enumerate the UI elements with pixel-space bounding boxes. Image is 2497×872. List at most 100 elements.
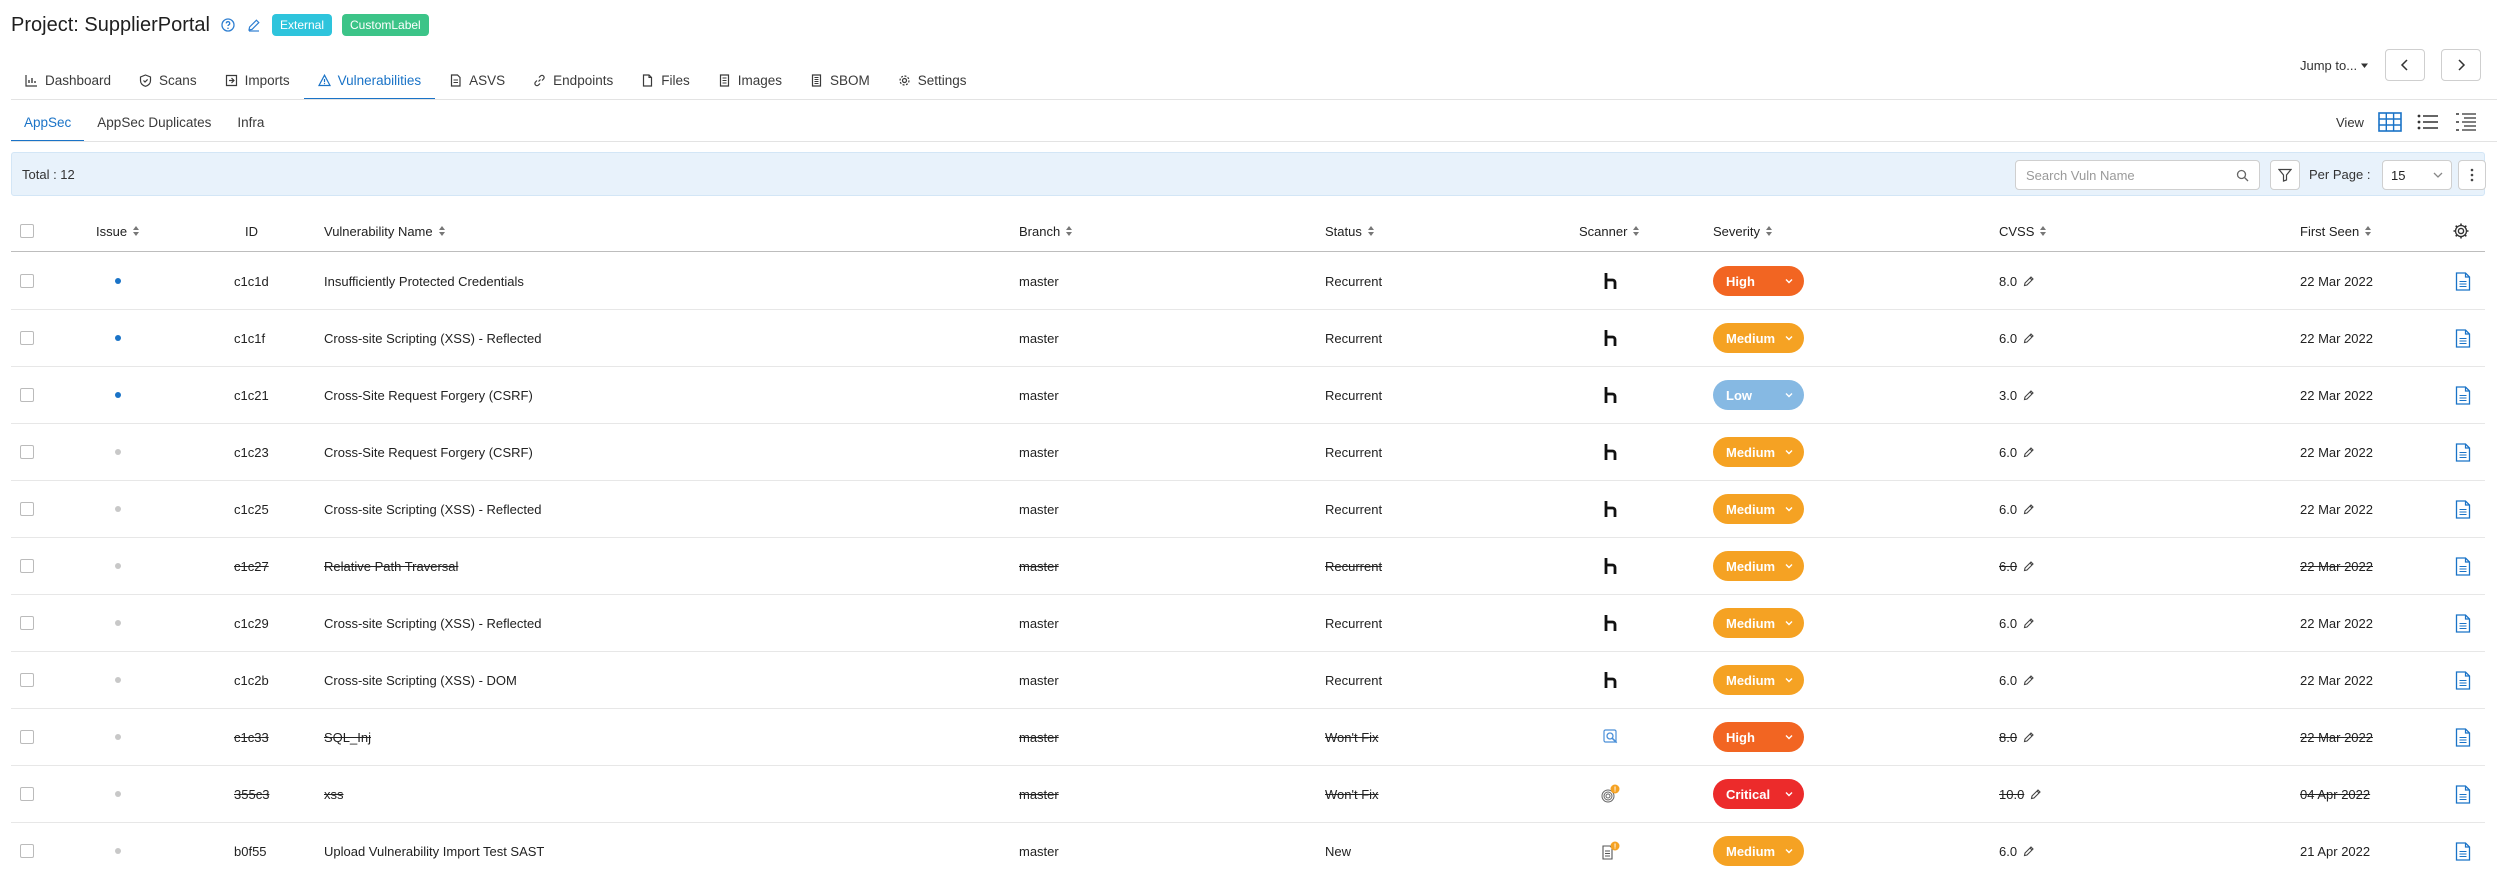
vuln-id[interactable]: c1c23 bbox=[234, 424, 269, 480]
report-document-icon[interactable] bbox=[2455, 328, 2471, 348]
row-checkbox[interactable] bbox=[20, 844, 34, 858]
vuln-name[interactable]: Cross-site Scripting (XSS) - DOM bbox=[324, 652, 517, 708]
help-icon[interactable] bbox=[220, 17, 236, 33]
vuln-id[interactable]: c1c25 bbox=[234, 481, 269, 537]
report-document-icon[interactable] bbox=[2455, 841, 2471, 861]
vuln-id[interactable]: c1c21 bbox=[234, 367, 269, 423]
subtab-appsec-duplicates[interactable]: AppSec Duplicates bbox=[84, 104, 224, 142]
vuln-name[interactable]: xss bbox=[324, 766, 344, 822]
column-settings-button[interactable] bbox=[2452, 210, 2470, 252]
vuln-name[interactable]: Cross-Site Request Forgery (CSRF) bbox=[324, 367, 533, 423]
column-header-issue[interactable]: Issue bbox=[96, 210, 140, 252]
search-input[interactable] bbox=[2026, 167, 2236, 183]
vuln-name[interactable]: Relative Path Traversal bbox=[324, 538, 458, 594]
column-header-cvss[interactable]: CVSS bbox=[1999, 210, 2047, 252]
vuln-name[interactable]: Upload Vulnerability Import Test SAST bbox=[324, 823, 544, 872]
filter-button[interactable] bbox=[2270, 160, 2300, 190]
edit-cvss-icon[interactable] bbox=[2023, 503, 2035, 515]
per-page-select[interactable]: 15 bbox=[2382, 160, 2452, 190]
vuln-name[interactable]: Cross-site Scripting (XSS) - Reflected bbox=[324, 595, 541, 651]
row-checkbox[interactable] bbox=[20, 616, 34, 630]
severity-dropdown[interactable]: Medium bbox=[1713, 551, 1804, 581]
report-document-icon[interactable] bbox=[2455, 442, 2471, 462]
tab-dashboard[interactable]: Dashboard bbox=[11, 62, 125, 100]
column-header-status[interactable]: Status bbox=[1325, 210, 1374, 252]
report-document-icon[interactable] bbox=[2455, 385, 2471, 405]
vuln-id[interactable]: c1c1f bbox=[234, 310, 265, 366]
table-row[interactable]: c1c1f Cross-site Scripting (XSS) - Reflec… bbox=[11, 310, 2485, 367]
table-row[interactable]: c1c1d Insufficiently Protected Credential… bbox=[11, 253, 2485, 310]
jump-to-dropdown[interactable]: Jump to... bbox=[2300, 50, 2369, 80]
table-row[interactable]: c1c21 Cross-Site Request Forgery (CSRF) ma… bbox=[11, 367, 2485, 424]
report-document-icon[interactable] bbox=[2455, 784, 2471, 804]
table-row[interactable]: c1c23 Cross-Site Request Forgery (CSRF) ma… bbox=[11, 424, 2485, 481]
next-button[interactable] bbox=[2441, 49, 2481, 81]
table-view-icon[interactable] bbox=[2378, 111, 2402, 133]
report-document-icon[interactable] bbox=[2455, 271, 2471, 291]
vuln-name[interactable]: SQL_Inj bbox=[324, 709, 371, 765]
row-checkbox[interactable] bbox=[20, 331, 34, 345]
column-header-first-seen[interactable]: First Seen bbox=[2300, 210, 2372, 252]
vuln-id[interactable]: c1c1d bbox=[234, 253, 269, 309]
row-checkbox[interactable] bbox=[20, 274, 34, 288]
table-row[interactable]: c1c27 Relative Path Traversal master Recurr… bbox=[11, 538, 2485, 595]
report-document-icon[interactable] bbox=[2455, 670, 2471, 690]
report-document-icon[interactable] bbox=[2455, 499, 2471, 519]
severity-dropdown[interactable]: Medium bbox=[1713, 665, 1804, 695]
row-checkbox[interactable] bbox=[20, 673, 34, 687]
column-header-severity[interactable]: Severity bbox=[1713, 210, 1772, 252]
table-row[interactable]: c1c33 SQL_Inj master Won't Fix High 8.0 22 Mar… bbox=[11, 709, 2485, 766]
previous-button[interactable] bbox=[2385, 49, 2425, 81]
edit-cvss-icon[interactable] bbox=[2023, 275, 2035, 287]
tab-files[interactable]: Files bbox=[627, 62, 704, 100]
row-checkbox[interactable] bbox=[20, 559, 34, 573]
edit-cvss-icon[interactable] bbox=[2023, 731, 2035, 743]
select-all-checkbox[interactable] bbox=[20, 224, 34, 238]
subtab-appsec[interactable]: AppSec bbox=[11, 104, 85, 142]
table-row[interactable]: 355c3 xss master Won't Fix! Critical 10.0 04 A… bbox=[11, 766, 2485, 823]
severity-dropdown[interactable]: High bbox=[1713, 722, 1804, 752]
edit-cvss-icon[interactable] bbox=[2023, 674, 2035, 686]
table-row[interactable]: c1c2b Cross-site Scripting (XSS) - DOM mas… bbox=[11, 652, 2485, 709]
tab-imports[interactable]: Imports bbox=[211, 62, 304, 100]
vuln-name[interactable]: Insufficiently Protected Credentials bbox=[324, 253, 524, 309]
edit-cvss-icon[interactable] bbox=[2023, 446, 2035, 458]
tab-endpoints[interactable]: Endpoints bbox=[519, 62, 627, 100]
detail-list-view-icon[interactable] bbox=[2454, 111, 2478, 133]
tab-asvs[interactable]: ASVS bbox=[435, 62, 519, 100]
vuln-id[interactable]: b0f55 bbox=[234, 823, 267, 872]
vuln-name[interactable]: Cross-site Scripting (XSS) - Reflected bbox=[324, 481, 541, 537]
edit-cvss-icon[interactable] bbox=[2023, 617, 2035, 629]
severity-dropdown[interactable]: Low bbox=[1713, 380, 1804, 410]
severity-dropdown[interactable]: Medium bbox=[1713, 323, 1804, 353]
vuln-id[interactable]: c1c29 bbox=[234, 595, 269, 651]
table-row[interactable]: c1c29 Cross-site Scripting (XSS) - Reflec… bbox=[11, 595, 2485, 652]
row-checkbox[interactable] bbox=[20, 787, 34, 801]
subtab-infra[interactable]: Infra bbox=[224, 104, 277, 142]
report-document-icon[interactable] bbox=[2455, 613, 2471, 633]
vuln-id[interactable]: 355c3 bbox=[234, 766, 269, 822]
column-header-branch[interactable]: Branch bbox=[1019, 210, 1073, 252]
severity-dropdown[interactable]: Critical bbox=[1713, 779, 1804, 809]
report-document-icon[interactable] bbox=[2455, 727, 2471, 747]
edit-project-icon[interactable] bbox=[246, 17, 262, 33]
vuln-name[interactable]: Cross-site Scripting (XSS) - Reflected bbox=[324, 310, 541, 366]
severity-dropdown[interactable]: Medium bbox=[1713, 494, 1804, 524]
tab-sbom[interactable]: SBOM bbox=[796, 62, 884, 100]
edit-cvss-icon[interactable] bbox=[2030, 788, 2042, 800]
row-checkbox[interactable] bbox=[20, 388, 34, 402]
edit-cvss-icon[interactable] bbox=[2023, 389, 2035, 401]
table-row[interactable]: c1c25 Cross-site Scripting (XSS) - Reflec… bbox=[11, 481, 2485, 538]
severity-dropdown[interactable]: Medium bbox=[1713, 608, 1804, 638]
report-document-icon[interactable] bbox=[2455, 556, 2471, 576]
tab-vulnerabilities[interactable]: Vulnerabilities bbox=[303, 62, 436, 100]
list-view-icon[interactable] bbox=[2416, 111, 2440, 133]
row-checkbox[interactable] bbox=[20, 445, 34, 459]
edit-cvss-icon[interactable] bbox=[2023, 332, 2035, 344]
severity-dropdown[interactable]: Medium bbox=[1713, 437, 1804, 467]
tab-scans[interactable]: Scans bbox=[125, 62, 211, 100]
edit-cvss-icon[interactable] bbox=[2023, 845, 2035, 857]
severity-dropdown[interactable]: High bbox=[1713, 266, 1804, 296]
severity-dropdown[interactable]: Medium bbox=[1713, 836, 1804, 866]
column-header-vulnerability-name[interactable]: Vulnerability Name bbox=[324, 210, 445, 252]
